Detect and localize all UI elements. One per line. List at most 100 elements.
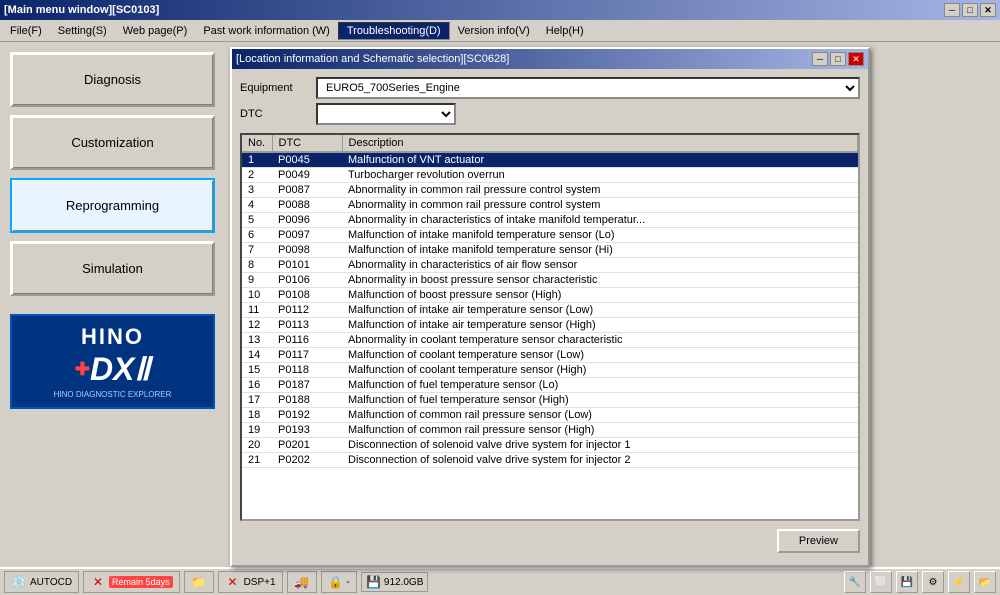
taskbar-eraser-btn[interactable]: ⬜	[870, 571, 892, 593]
taskbar-dsp[interactable]: ✕ DSP+1	[218, 571, 283, 593]
folder-icon: 📁	[191, 574, 207, 590]
dialog-minimize-button[interactable]: ─	[812, 52, 828, 66]
table-row[interactable]: 8P0101Abnormality in characteristics of …	[242, 258, 858, 273]
table-row[interactable]: 10P0108Malfunction of boost pressure sen…	[242, 288, 858, 303]
table-row[interactable]: 18P0192Malfunction of common rail pressu…	[242, 408, 858, 423]
minimize-button[interactable]: ─	[944, 3, 960, 17]
taskbar-right-buttons: 🔧 ⬜ 💾 ⚙ ⚡ 📂	[844, 571, 996, 593]
menu-webpage[interactable]: Web page(P)	[115, 23, 196, 39]
table-row[interactable]: 4P0088Abnormality in common rail pressur…	[242, 198, 858, 213]
cell-desc: Abnormality in common rail pressure cont…	[342, 183, 858, 198]
location-schematic-dialog: [Location information and Schematic sele…	[230, 47, 870, 567]
table-row[interactable]: 15P0118Malfunction of coolant temperatur…	[242, 363, 858, 378]
taskbar-hdd: 💾 912.0GB	[361, 572, 428, 592]
cell-no: 17	[242, 393, 272, 408]
menu-setting[interactable]: Setting(S)	[50, 23, 115, 39]
table-row[interactable]: 21P0202Disconnection of solenoid valve d…	[242, 453, 858, 468]
sidebar-btn-reprogramming[interactable]: Reprogramming	[10, 178, 215, 233]
cell-desc: Abnormality in boost pressure sensor cha…	[342, 273, 858, 288]
cell-dtc: P0106	[272, 273, 342, 288]
cell-desc: Turbocharger revolution overrun	[342, 168, 858, 183]
table-row[interactable]: 13P0116Abnormality in coolant temperatur…	[242, 333, 858, 348]
taskbar-lock[interactable]: 🔒 -	[321, 571, 357, 593]
maximize-button[interactable]: □	[962, 3, 978, 17]
title-controls: ─ □ ✕	[944, 3, 996, 17]
taskbar: 💿 AUTOCD ✕ Remain 5days 📁 ✕ DSP+1 🚚 🔒 - …	[0, 567, 1000, 595]
menu-pastwork[interactable]: Past work information (W)	[195, 23, 338, 39]
table-row[interactable]: 1P0045Malfunction of VNT actuator	[242, 152, 858, 168]
cell-desc: Malfunction of boost pressure sensor (Hi…	[342, 288, 858, 303]
table-row[interactable]: 12P0113Malfunction of intake air tempera…	[242, 318, 858, 333]
title-bar: [Main menu window][SC0103] ─ □ ✕	[0, 0, 1000, 20]
dtc-table: No. DTC Description 1P0045Malfunction of…	[242, 135, 858, 468]
taskbar-folder2-btn[interactable]: 📂	[974, 571, 996, 593]
cell-dtc: P0201	[272, 438, 342, 453]
menu-file[interactable]: File(F)	[2, 23, 50, 39]
sidebar-btn-customization[interactable]: Customization	[10, 115, 215, 170]
cell-no: 9	[242, 273, 272, 288]
cell-no: 10	[242, 288, 272, 303]
dialog-restore-button[interactable]: □	[830, 52, 846, 66]
dtc-table-container[interactable]: No. DTC Description 1P0045Malfunction of…	[240, 133, 860, 521]
table-row[interactable]: 2P0049Turbocharger revolution overrun	[242, 168, 858, 183]
sidebar-btn-diagnosis[interactable]: Diagnosis	[10, 52, 215, 107]
dtc-select[interactable]	[316, 103, 456, 125]
cell-dtc: P0202	[272, 453, 342, 468]
menu-versioninfo[interactable]: Version info(V)	[450, 23, 538, 39]
menu-help[interactable]: Help(H)	[538, 23, 592, 39]
taskbar-storage-size: 912.0GB	[384, 577, 423, 588]
taskbar-folder[interactable]: 📁	[184, 571, 214, 593]
cell-dtc: P0096	[272, 213, 342, 228]
cell-dtc: P0118	[272, 363, 342, 378]
table-row[interactable]: 11P0112Malfunction of intake air tempera…	[242, 303, 858, 318]
sidebar: Diagnosis Customization Reprogramming Si…	[0, 42, 225, 567]
dtc-select-wrapper	[316, 103, 860, 125]
cell-desc: Malfunction of common rail pressure sens…	[342, 423, 858, 438]
sidebar-btn-simulation[interactable]: Simulation	[10, 241, 215, 296]
cell-dtc: P0097	[272, 228, 342, 243]
table-row[interactable]: 9P0106Abnormality in boost pressure sens…	[242, 273, 858, 288]
table-row[interactable]: 3P0087Abnormality in common rail pressur…	[242, 183, 858, 198]
col-header-no: No.	[242, 135, 272, 152]
table-row[interactable]: 6P0097Malfunction of intake manifold tem…	[242, 228, 858, 243]
cell-dtc: P0087	[272, 183, 342, 198]
table-row[interactable]: 19P0193Malfunction of common rail pressu…	[242, 423, 858, 438]
cell-dtc: P0112	[272, 303, 342, 318]
taskbar-autocd[interactable]: 💿 AUTOCD	[4, 571, 79, 593]
table-row[interactable]: 7P0098Malfunction of intake manifold tem…	[242, 243, 858, 258]
equipment-select[interactable]: EURO5_700Series_Engine	[316, 77, 860, 99]
table-row[interactable]: 20P0201Disconnection of solenoid valve d…	[242, 438, 858, 453]
truck-icon: 🚚	[294, 574, 310, 590]
close-button[interactable]: ✕	[980, 3, 996, 17]
table-row[interactable]: 17P0188Malfunction of fuel temperature s…	[242, 393, 858, 408]
cell-dtc: P0108	[272, 288, 342, 303]
cell-desc: Abnormality in characteristics of air fl…	[342, 258, 858, 273]
cd-icon: 💿	[11, 574, 27, 590]
table-row[interactable]: 5P0096Abnormality in characteristics of …	[242, 213, 858, 228]
cell-desc: Abnormality in coolant temperature senso…	[342, 333, 858, 348]
taskbar-save-btn[interactable]: 💾	[896, 571, 918, 593]
logo-subtitle: HINO DIAGNOSTIC EXPLORER	[54, 390, 172, 399]
cell-dtc: P0049	[272, 168, 342, 183]
cell-dtc: P0045	[272, 152, 342, 168]
menu-troubleshooting[interactable]: Troubleshooting(D)	[338, 22, 450, 40]
cell-dtc: P0187	[272, 378, 342, 393]
taskbar-settings-btn[interactable]: ⚙	[922, 571, 944, 593]
cell-desc: Malfunction of fuel temperature sensor (…	[342, 378, 858, 393]
table-row[interactable]: 14P0117Malfunction of coolant temperatur…	[242, 348, 858, 363]
cell-desc: Abnormality in common rail pressure cont…	[342, 198, 858, 213]
cell-no: 19	[242, 423, 272, 438]
table-header-row: No. DTC Description	[242, 135, 858, 152]
taskbar-autocd-label: AUTOCD	[30, 577, 72, 588]
taskbar-warning[interactable]: ✕ Remain 5days	[83, 571, 180, 593]
cell-no: 6	[242, 228, 272, 243]
cell-desc: Abnormality in characteristics of intake…	[342, 213, 858, 228]
table-row[interactable]: 16P0187Malfunction of fuel temperature s…	[242, 378, 858, 393]
preview-button[interactable]: Preview	[777, 529, 860, 553]
dialog-close-button[interactable]: ✕	[848, 52, 864, 66]
cell-dtc: P0088	[272, 198, 342, 213]
taskbar-lightning-btn[interactable]: ⚡	[948, 571, 970, 593]
taskbar-truck[interactable]: 🚚	[287, 571, 317, 593]
taskbar-wrench-btn[interactable]: 🔧	[844, 571, 866, 593]
cell-dtc: P0192	[272, 408, 342, 423]
